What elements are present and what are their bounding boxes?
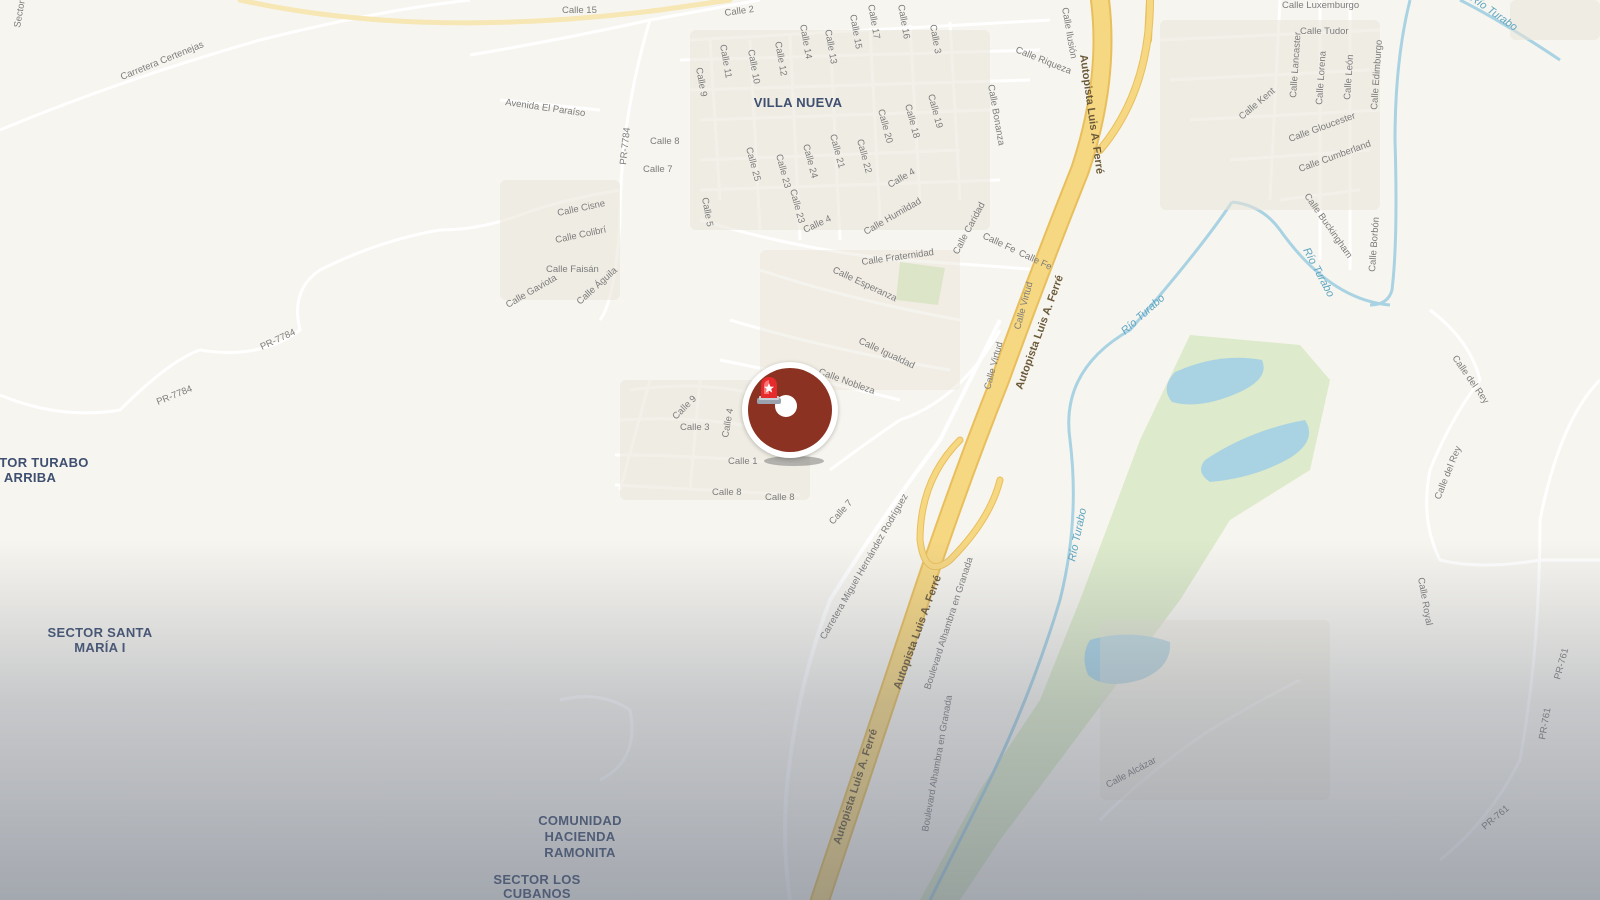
street-label: Calle 3 xyxy=(680,422,710,433)
street-label: Calle 8 xyxy=(712,487,742,498)
place-cubanos-line2: CUBANOS xyxy=(503,886,571,900)
place-cubanos-line1: SECTOR LOS xyxy=(493,872,580,887)
place-santa-maria-line2: MARÍA I xyxy=(74,640,125,655)
place-ramonita-line2: HACIENDA xyxy=(544,829,615,844)
street-label: Calle 15 xyxy=(562,5,597,16)
street-label: Calle Faisán xyxy=(546,264,599,275)
street-label: Calle Luxemburgo xyxy=(1282,0,1359,11)
place-ramonita-line3: RAMONITA xyxy=(544,845,616,860)
alert-location-marker[interactable] xyxy=(740,360,846,470)
place-turabo-arriba-line2: ARRIBA xyxy=(4,470,57,485)
place-ramonita-line1: COMUNIDAD xyxy=(538,813,622,828)
siren-icon xyxy=(757,377,781,404)
place-santa-maria-line1: SECTOR SANTA xyxy=(48,625,153,640)
place-turabo-arriba-line1: TOR TURABO xyxy=(0,455,89,470)
street-label: Calle 8 xyxy=(765,492,795,503)
street-label: Calle 7 xyxy=(643,164,673,175)
place-villa-nueva: VILLA NUEVA xyxy=(754,95,843,110)
street-label: Calle Tudor xyxy=(1300,26,1349,37)
street-label: Calle 8 xyxy=(650,136,680,147)
